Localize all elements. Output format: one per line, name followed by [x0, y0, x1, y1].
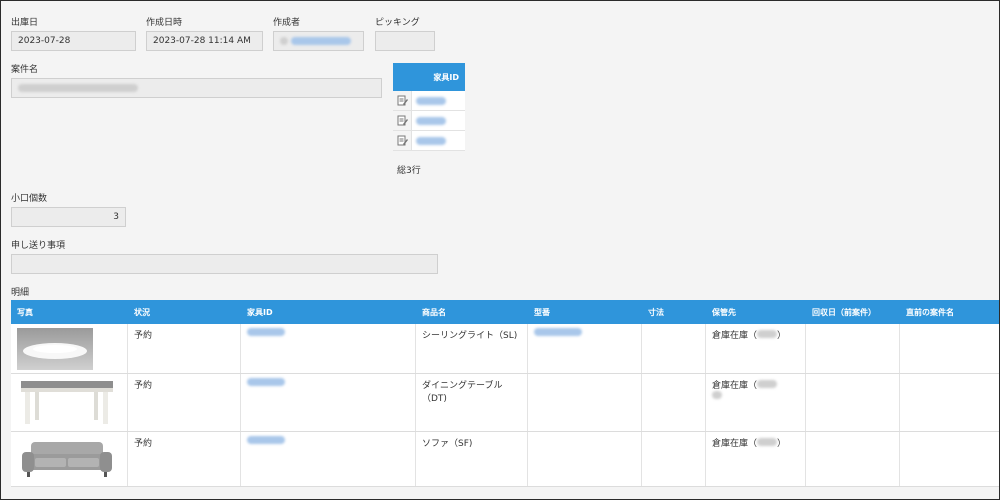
project-name-field[interactable] — [11, 78, 382, 98]
edit-icon[interactable] — [393, 111, 412, 130]
storage-redacted — [712, 391, 722, 399]
col-product-name: 商品名 — [422, 307, 446, 317]
picking-field[interactable] — [375, 31, 435, 51]
edit-icon[interactable] — [393, 91, 412, 110]
furniture-id-link[interactable] — [247, 378, 285, 386]
creator-field[interactable] — [273, 31, 364, 51]
table-row: 予約 シーリングライト（SL) 倉庫在庫（ ） — [11, 324, 999, 374]
created-at-field[interactable]: 2023-07-28 11:14 AM — [146, 31, 263, 51]
handover-field[interactable] — [11, 254, 438, 274]
previous-project-cell — [900, 324, 999, 373]
storage-text: 倉庫在庫（ — [712, 381, 758, 391]
previous-project-cell — [900, 374, 999, 431]
return-date-cell — [806, 324, 900, 373]
storage-cell: 倉庫在庫（ — [706, 374, 806, 431]
col-status: 状況 — [134, 307, 150, 317]
furniture-subtable: 家具ID — [393, 63, 465, 151]
previous-project-cell — [900, 432, 999, 486]
project-name-redacted — [18, 84, 138, 92]
created-at-label: 作成日時 — [146, 18, 183, 28]
furniture-subtable-row[interactable] — [393, 111, 465, 131]
dimensions-cell — [642, 432, 706, 486]
picking-label: ピッキング — [375, 18, 420, 28]
model-number-cell — [528, 432, 642, 486]
furniture-id-link[interactable] — [247, 328, 285, 336]
storage-redacted — [757, 380, 778, 388]
furniture-total: 総3行 — [397, 166, 421, 176]
model-number-cell — [528, 374, 642, 431]
return-date-cell — [806, 432, 900, 486]
ship-date-field[interactable]: 2023-07-28 — [11, 31, 136, 51]
furniture-id-cell — [241, 432, 416, 486]
furniture-id-redacted[interactable] — [416, 96, 446, 105]
photo-cell — [11, 374, 128, 431]
storage-redacted — [757, 330, 778, 338]
creator-avatar — [280, 37, 288, 45]
table-row: 予約 ダイニングテーブル （DT) 倉庫在庫（ — [11, 374, 999, 432]
storage-cell: 倉庫在庫（ ） — [706, 432, 806, 486]
storage-redacted — [757, 438, 778, 446]
storage-close: ） — [777, 331, 787, 341]
return-date-cell — [806, 374, 900, 431]
sofa-photo[interactable] — [17, 436, 117, 482]
product-name-cell: シーリングライト（SL) — [416, 324, 528, 373]
col-previous-project: 直前の案件名 — [906, 307, 954, 317]
storage-text: 倉庫在庫（ — [712, 331, 758, 341]
dining-table-photo[interactable] — [17, 378, 117, 426]
furniture-id-cell — [241, 324, 416, 373]
record-view: 出庫日 2023-07-28 作成日時 2023-07-28 11:14 AM … — [0, 0, 1000, 500]
handover-label: 申し送り事項 — [11, 241, 66, 251]
status-cell: 予約 — [128, 324, 241, 373]
furniture-id-redacted[interactable] — [416, 116, 446, 125]
creator-name-redacted[interactable] — [291, 37, 351, 45]
small-count-label: 小口個数 — [11, 194, 48, 204]
col-storage: 保管先 — [712, 307, 736, 317]
storage-cell: 倉庫在庫（ ） — [706, 324, 806, 373]
photo-cell — [11, 324, 128, 373]
col-photo: 写真 — [17, 307, 33, 317]
creator-label: 作成者 — [273, 18, 301, 28]
edit-icon[interactable] — [393, 131, 412, 150]
model-number-cell — [528, 324, 642, 373]
col-return-date: 回収日（前案件） — [812, 307, 876, 317]
furniture-subtable-row[interactable] — [393, 91, 465, 111]
details-label: 明細 — [11, 288, 30, 298]
small-count-value: 3 — [113, 212, 119, 222]
ship-date-label: 出庫日 — [11, 18, 39, 28]
col-dimensions: 寸法 — [648, 307, 664, 317]
ceiling-light-photo[interactable] — [17, 328, 117, 370]
small-count-field[interactable]: 3 — [11, 207, 126, 227]
furniture-subtable-header: 家具ID — [393, 63, 465, 91]
product-name-cell: ダイニングテーブル （DT) — [416, 374, 528, 431]
details-table: 写真 状況 家具ID 商品名 型番 寸法 保管先 回収日（前案件） 直前の案件名… — [11, 300, 999, 487]
table-row: 予約 ソファ（SF) 倉庫在庫（ ） — [11, 432, 999, 487]
col-furniture-id: 家具ID — [247, 307, 273, 317]
details-table-header: 写真 状況 家具ID 商品名 型番 寸法 保管先 回収日（前案件） 直前の案件名 — [11, 300, 999, 324]
photo-cell — [11, 432, 128, 486]
storage-text: 倉庫在庫（ — [712, 439, 758, 449]
furniture-id-link[interactable] — [247, 436, 285, 444]
dimensions-cell — [642, 374, 706, 431]
dimensions-cell — [642, 324, 706, 373]
status-cell: 予約 — [128, 374, 241, 431]
furniture-id-redacted[interactable] — [416, 136, 446, 145]
ship-date-value: 2023-07-28 — [18, 36, 71, 46]
product-name-cell: ソファ（SF) — [416, 432, 528, 486]
col-model-number: 型番 — [534, 307, 550, 317]
status-cell: 予約 — [128, 432, 241, 486]
furniture-subtable-row[interactable] — [393, 131, 465, 151]
model-number-redacted[interactable] — [534, 328, 582, 336]
project-name-label: 案件名 — [11, 65, 39, 75]
storage-close: ） — [777, 439, 787, 449]
furniture-id-cell — [241, 374, 416, 431]
created-at-value: 2023-07-28 11:14 AM — [153, 36, 251, 46]
